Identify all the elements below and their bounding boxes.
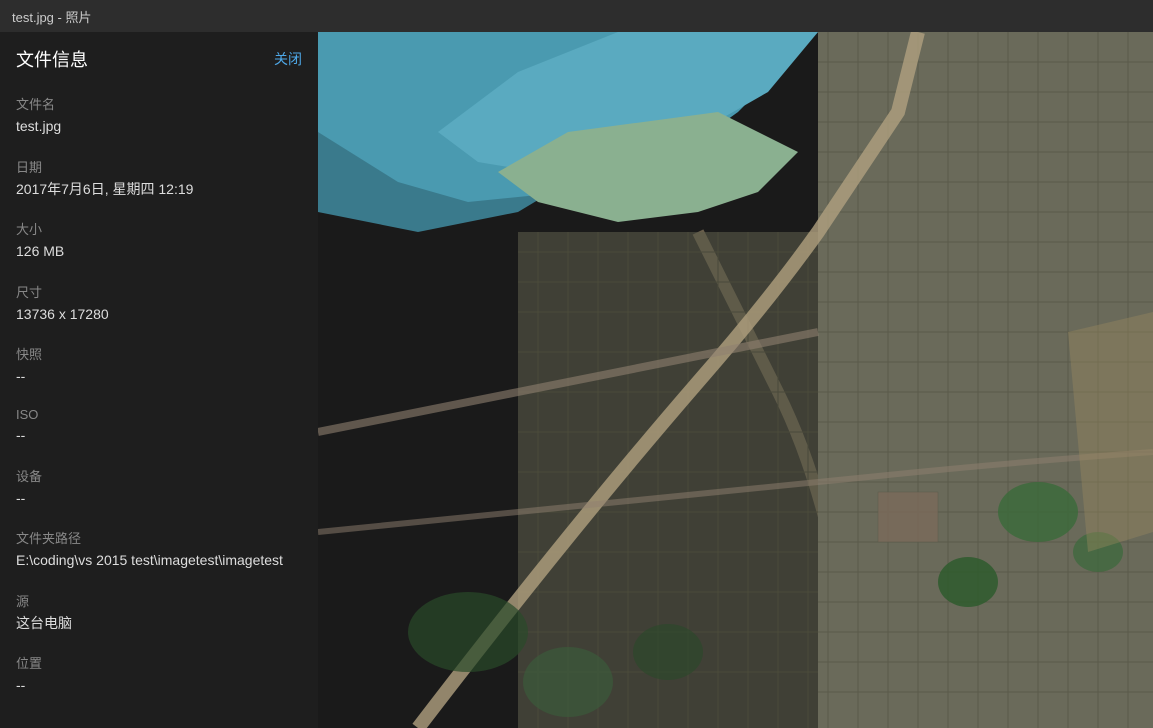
info-value: 2017年7月6日, 星期四 12:19 [16, 180, 302, 200]
info-label: 位置 [16, 653, 302, 672]
info-group: 日期 2017年7月6日, 星期四 12:19 [0, 147, 318, 210]
info-panel-header: 文件信息 关闭 [0, 32, 318, 84]
info-group: 尺寸 13736 x 17280 [0, 272, 318, 335]
info-label: ISO [16, 407, 302, 422]
info-value: -- [16, 367, 302, 387]
info-group: 设备 -- [0, 456, 318, 519]
info-label: 设备 [16, 466, 302, 485]
info-group: ISO -- [0, 397, 318, 456]
info-value: -- [16, 426, 302, 446]
satellite-image [318, 32, 1153, 728]
info-label: 文件名 [16, 94, 302, 113]
info-label: 文件夹路径 [16, 528, 302, 547]
info-label: 快照 [16, 344, 302, 363]
info-value: -- [16, 676, 302, 696]
info-fields-container: 文件名 test.jpg 日期 2017年7月6日, 星期四 12:19 大小 126 M… [0, 84, 318, 706]
titlebar: test.jpg - 照片 [0, 0, 1153, 32]
info-group: 大小 126 MB [0, 209, 318, 272]
info-group: 位置 -- [0, 643, 318, 706]
info-value: -- [16, 489, 302, 509]
info-group: 文件名 test.jpg [0, 84, 318, 147]
info-label: 大小 [16, 219, 302, 238]
info-value: E:\coding\vs 2015 test\imagetest\imagete… [16, 551, 302, 571]
info-label: 日期 [16, 157, 302, 176]
info-value: 13736 x 17280 [16, 305, 302, 325]
info-value: 126 MB [16, 242, 302, 262]
info-panel-title: 文件信息 [16, 46, 88, 72]
info-group: 文件夹路径 E:\coding\vs 2015 test\imagetest\im… [0, 518, 318, 581]
close-button[interactable]: 关闭 [274, 49, 302, 69]
info-label: 尺寸 [16, 282, 302, 301]
image-viewer [318, 32, 1153, 728]
info-label: 源 [16, 591, 302, 610]
info-value: 这台电脑 [16, 614, 302, 634]
titlebar-text: test.jpg - 照片 [12, 7, 91, 26]
main-content: 文件信息 关闭 文件名 test.jpg 日期 2017年7月6日, 星期四 12:1… [0, 32, 1153, 728]
info-panel: 文件信息 关闭 文件名 test.jpg 日期 2017年7月6日, 星期四 12:1… [0, 32, 318, 728]
info-value: test.jpg [16, 117, 302, 137]
info-group: 源这台电脑 [0, 581, 318, 644]
info-group: 快照 -- [0, 334, 318, 397]
